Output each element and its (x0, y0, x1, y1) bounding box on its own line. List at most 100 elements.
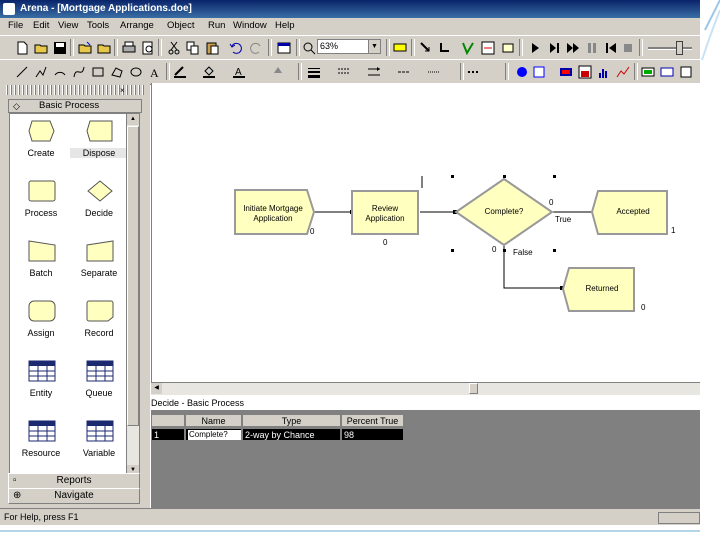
histogram-icon[interactable] (596, 64, 612, 80)
print-preview-icon[interactable] (140, 40, 156, 56)
module-batch[interactable]: Batch (12, 236, 70, 296)
header-name[interactable]: Name (185, 414, 242, 427)
module-entity[interactable]: Entity (12, 356, 70, 416)
menu-view[interactable]: View (58, 20, 78, 31)
redo-icon[interactable] (248, 40, 264, 56)
queue-icon[interactable] (640, 64, 656, 80)
module-assign[interactable]: Assign (12, 296, 70, 356)
scroll-left-icon[interactable]: ◀ (151, 383, 162, 394)
connect-icon[interactable] (418, 40, 434, 56)
speed-slider[interactable] (648, 47, 692, 50)
pause-icon[interactable] (584, 40, 600, 56)
row-number[interactable]: 1 (151, 428, 185, 441)
storage-icon[interactable] (659, 64, 675, 80)
canvas-horizontal-scrollbar[interactable]: ◀ (151, 382, 700, 395)
paste-icon[interactable] (204, 40, 220, 56)
panel-header[interactable]: ◇ Basic Process (8, 99, 142, 113)
module-record[interactable]: Record (70, 296, 127, 356)
smart-connect-icon[interactable] (437, 40, 453, 56)
menu-arrange[interactable]: Arrange (120, 20, 154, 31)
step-icon[interactable] (546, 40, 562, 56)
header-type[interactable]: Type (242, 414, 341, 427)
type-cell[interactable]: 2-way by Chance (242, 428, 341, 441)
header-percent-true[interactable]: Percent True (341, 414, 404, 427)
line-icon[interactable] (14, 64, 30, 80)
zoom-icon[interactable] (301, 40, 317, 56)
level-icon[interactable] (577, 64, 593, 80)
bezier-icon[interactable] (71, 64, 87, 80)
copy-icon[interactable] (185, 40, 201, 56)
name-cell[interactable]: Complete? (185, 428, 242, 441)
arc-icon[interactable] (52, 64, 68, 80)
percent-true-cell[interactable]: 98 (341, 428, 404, 441)
module-record-label: Record (84, 328, 114, 338)
module-separate[interactable]: Separate (70, 236, 127, 296)
model-canvas[interactable]: Initiate Mortgage Application 0 Review A… (151, 83, 701, 383)
reports-panel-button[interactable]: ▫ Reports (8, 473, 140, 489)
line-style-icon[interactable] (336, 64, 352, 80)
menu-help[interactable]: Help (275, 20, 295, 31)
line-color-icon[interactable] (172, 64, 188, 80)
menu-tools[interactable]: Tools (87, 20, 109, 31)
date-icon[interactable] (531, 64, 547, 80)
submodel-icon[interactable] (460, 40, 476, 56)
template-detach-icon[interactable] (96, 40, 112, 56)
start-over-icon[interactable] (603, 40, 619, 56)
arena-app-icon[interactable] (3, 3, 15, 15)
end-icon[interactable] (620, 40, 636, 56)
play-icon[interactable] (527, 40, 543, 56)
seize-icon[interactable] (678, 64, 694, 80)
scroll-thumb[interactable] (127, 126, 139, 426)
print-icon[interactable] (121, 40, 137, 56)
speed-slider-thumb[interactable] (676, 41, 683, 55)
text-color-icon[interactable]: A (231, 64, 247, 80)
menu-edit[interactable]: Edit (33, 20, 49, 31)
menu-file[interactable]: File (8, 20, 23, 31)
save-icon[interactable] (52, 40, 68, 56)
new-file-icon[interactable] (14, 40, 30, 56)
module-create[interactable]: Create (12, 116, 70, 176)
show-dimensions-icon[interactable] (466, 64, 482, 80)
pattern-icon[interactable] (396, 64, 412, 80)
plot-icon[interactable] (615, 64, 631, 80)
cut-icon[interactable] (166, 40, 182, 56)
module-decide[interactable]: Decide (70, 176, 127, 236)
arrow-style-icon[interactable] (366, 64, 382, 80)
menu-window[interactable]: Window (233, 20, 267, 31)
polygon-icon[interactable] (109, 64, 125, 80)
layers-icon[interactable] (276, 40, 292, 56)
modules-scrollbar[interactable]: ▲ ▼ (126, 113, 140, 477)
line-width-icon[interactable] (306, 64, 322, 80)
module-process[interactable]: Process (12, 176, 70, 236)
zoom-select[interactable]: 63% ▼ (317, 39, 381, 54)
named-view-icon[interactable] (392, 40, 408, 56)
module-resource[interactable]: Resource (12, 416, 70, 476)
panel-collapse-icon[interactable]: ◇ (13, 101, 23, 111)
template-attach-icon[interactable] (77, 40, 93, 56)
navigate-panel-button[interactable]: ⊕ Navigate (8, 488, 140, 504)
fill-pattern-icon[interactable] (426, 64, 442, 80)
scroll-up-icon[interactable]: ▲ (127, 114, 139, 125)
fast-forward-icon[interactable] (565, 40, 581, 56)
rectangle-icon[interactable] (90, 64, 106, 80)
hscroll-thumb[interactable] (469, 383, 478, 394)
fill-color-icon[interactable] (201, 64, 217, 80)
animate-connectors-icon[interactable] (480, 40, 496, 56)
text-icon[interactable]: A (147, 64, 163, 80)
module-queue[interactable]: Queue (70, 356, 127, 416)
module-dispose[interactable]: Dispose (70, 116, 127, 176)
open-folder-icon[interactable] (33, 40, 49, 56)
name-cell-editor[interactable]: Complete? (188, 430, 241, 440)
polyline-icon[interactable] (33, 64, 49, 80)
chevron-down-icon[interactable]: ▼ (368, 40, 380, 53)
clock-icon[interactable] (514, 64, 530, 80)
module-variable[interactable]: Variable (70, 416, 127, 476)
undo-icon[interactable] (228, 40, 244, 56)
ellipse-icon[interactable] (128, 64, 144, 80)
menu-object[interactable]: Object (167, 20, 194, 31)
panel-close-icon[interactable]: × (120, 86, 138, 98)
variable-display-icon[interactable] (558, 64, 574, 80)
background-color-icon[interactable] (270, 64, 286, 80)
menu-run[interactable]: Run (208, 20, 225, 31)
animate-icon[interactable] (500, 40, 516, 56)
